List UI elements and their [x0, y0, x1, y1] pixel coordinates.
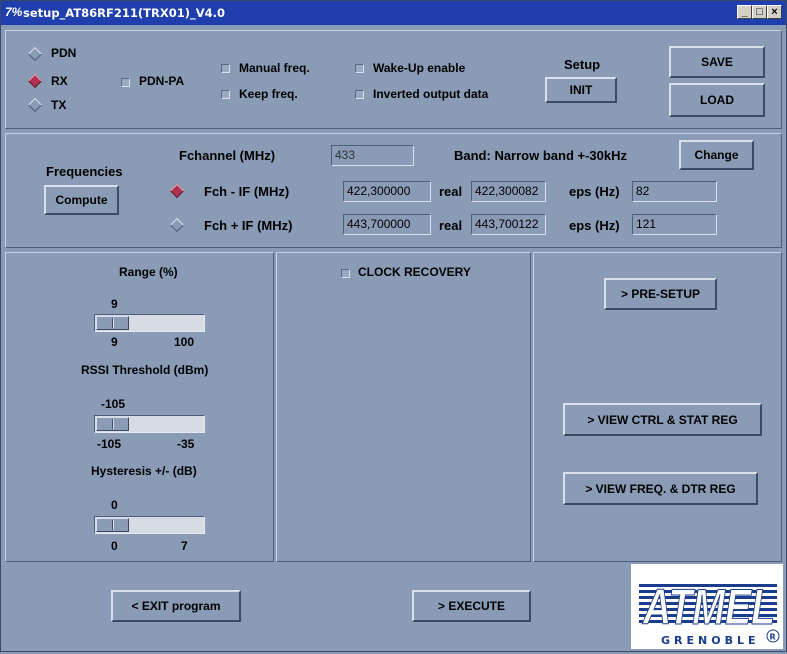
rssi-slider[interactable] — [94, 415, 205, 433]
eps-value-2: 121 — [632, 214, 717, 235]
svg-text:GRENOBLE: GRENOBLE — [661, 634, 759, 647]
fch-minus-if-field[interactable]: 422,300000 — [343, 181, 431, 202]
radio-rx-label: RX — [51, 74, 68, 88]
hysteresis-max: 7 — [181, 539, 188, 553]
save-button[interactable]: SAVE — [669, 46, 765, 78]
keep-freq-label: Keep freq. — [239, 87, 298, 101]
hysteresis-slider-thumb[interactable] — [96, 518, 129, 532]
checkbox-manual-freq[interactable] — [221, 64, 230, 73]
pdn-pa-label: PDN-PA — [139, 74, 185, 88]
range-min: 9 — [111, 335, 118, 349]
range-value: 9 — [111, 297, 118, 311]
rssi-min: -105 — [97, 437, 122, 451]
inverted-output-label: Inverted output data — [373, 87, 489, 101]
rssi-max: -35 — [177, 437, 195, 451]
window-title: setup_AT86RF211(TRX01)_V4.0 — [23, 6, 225, 20]
checkbox-inverted-output[interactable] — [355, 90, 364, 99]
manual-freq-label: Manual freq. — [239, 61, 310, 75]
radio-tx-label: TX — [51, 98, 67, 112]
real-label-2: real — [439, 218, 463, 233]
range-title: Range (%) — [119, 265, 178, 279]
checkbox-pdn-pa[interactable] — [121, 78, 130, 87]
hysteresis-slider[interactable] — [94, 516, 205, 534]
app-icon: 7% — [5, 5, 23, 19]
exit-program-button[interactable]: < EXIT program — [111, 590, 241, 622]
hysteresis-title: Hysteresis +/- (dB) — [91, 464, 197, 478]
eps-label-1: eps (Hz) — [569, 184, 620, 199]
fch-plus-if-field[interactable]: 443,700000 — [343, 214, 431, 235]
title-bar[interactable]: 7% setup_AT86RF211(TRX01)_V4.0 _ □ × — [1, 1, 786, 25]
close-button[interactable]: × — [767, 5, 782, 19]
view-freq-dtr-reg-button[interactable]: > VIEW FREQ. & DTR REG — [563, 472, 758, 505]
eps-label-2: eps (Hz) — [569, 218, 620, 233]
atmel-logo-graphic: ATMEL GRENOBLE R — [639, 579, 780, 647]
maximize-button[interactable]: □ — [752, 5, 767, 19]
range-max: 100 — [174, 335, 195, 349]
radio-pdn-label: PDN — [51, 46, 77, 60]
change-band-button[interactable]: Change — [679, 140, 754, 170]
checkbox-keep-freq[interactable] — [221, 90, 230, 99]
fchannel-label: Fchannel (MHz) — [179, 148, 276, 163]
svg-text:R: R — [770, 633, 776, 642]
fchannel-field[interactable]: 433 — [331, 145, 414, 166]
svg-text:ATMEL: ATMEL — [641, 579, 775, 635]
view-ctrl-stat-reg-button[interactable]: > VIEW CTRL & STAT REG — [563, 403, 762, 436]
checkbox-wake-up[interactable] — [355, 64, 364, 73]
range-slider-thumb[interactable] — [96, 316, 129, 330]
band-label: Band: Narrow band +-30kHz — [454, 148, 628, 163]
frequencies-title: Frequencies — [46, 164, 123, 179]
minimize-button[interactable]: _ — [737, 5, 752, 19]
setup-label: Setup — [564, 57, 601, 72]
hysteresis-min: 0 — [111, 539, 118, 553]
init-button[interactable]: INIT — [545, 77, 617, 103]
atmel-logo: ATMEL GRENOBLE R — [631, 564, 783, 649]
main-window: 7% setup_AT86RF211(TRX01)_V4.0 _ □ × PDN… — [0, 0, 787, 652]
range-slider[interactable] — [94, 314, 205, 332]
fch-minus-if-label: Fch - IF (MHz) — [204, 184, 290, 199]
rssi-title: RSSI Threshold (dBm) — [81, 363, 209, 377]
real-value-1: 422,300082 — [471, 181, 546, 202]
fch-plus-if-label: Fch + IF (MHz) — [204, 218, 293, 233]
real-value-2: 443,700122 — [471, 214, 546, 235]
rssi-slider-thumb[interactable] — [96, 417, 129, 431]
execute-button[interactable]: > EXECUTE — [412, 590, 531, 622]
checkbox-clock-recovery[interactable] — [341, 269, 350, 278]
rssi-value: -105 — [101, 397, 126, 411]
clock-recovery-label: CLOCK RECOVERY — [358, 265, 471, 279]
real-label-1: real — [439, 184, 463, 199]
pre-setup-button[interactable]: > PRE-SETUP — [604, 278, 717, 310]
clock-recovery-panel — [276, 252, 531, 562]
load-button[interactable]: LOAD — [669, 83, 765, 117]
wake-up-label: Wake-Up enable — [373, 61, 466, 75]
eps-value-1: 82 — [632, 181, 717, 202]
hysteresis-value: 0 — [111, 498, 118, 512]
compute-button[interactable]: Compute — [44, 185, 119, 215]
